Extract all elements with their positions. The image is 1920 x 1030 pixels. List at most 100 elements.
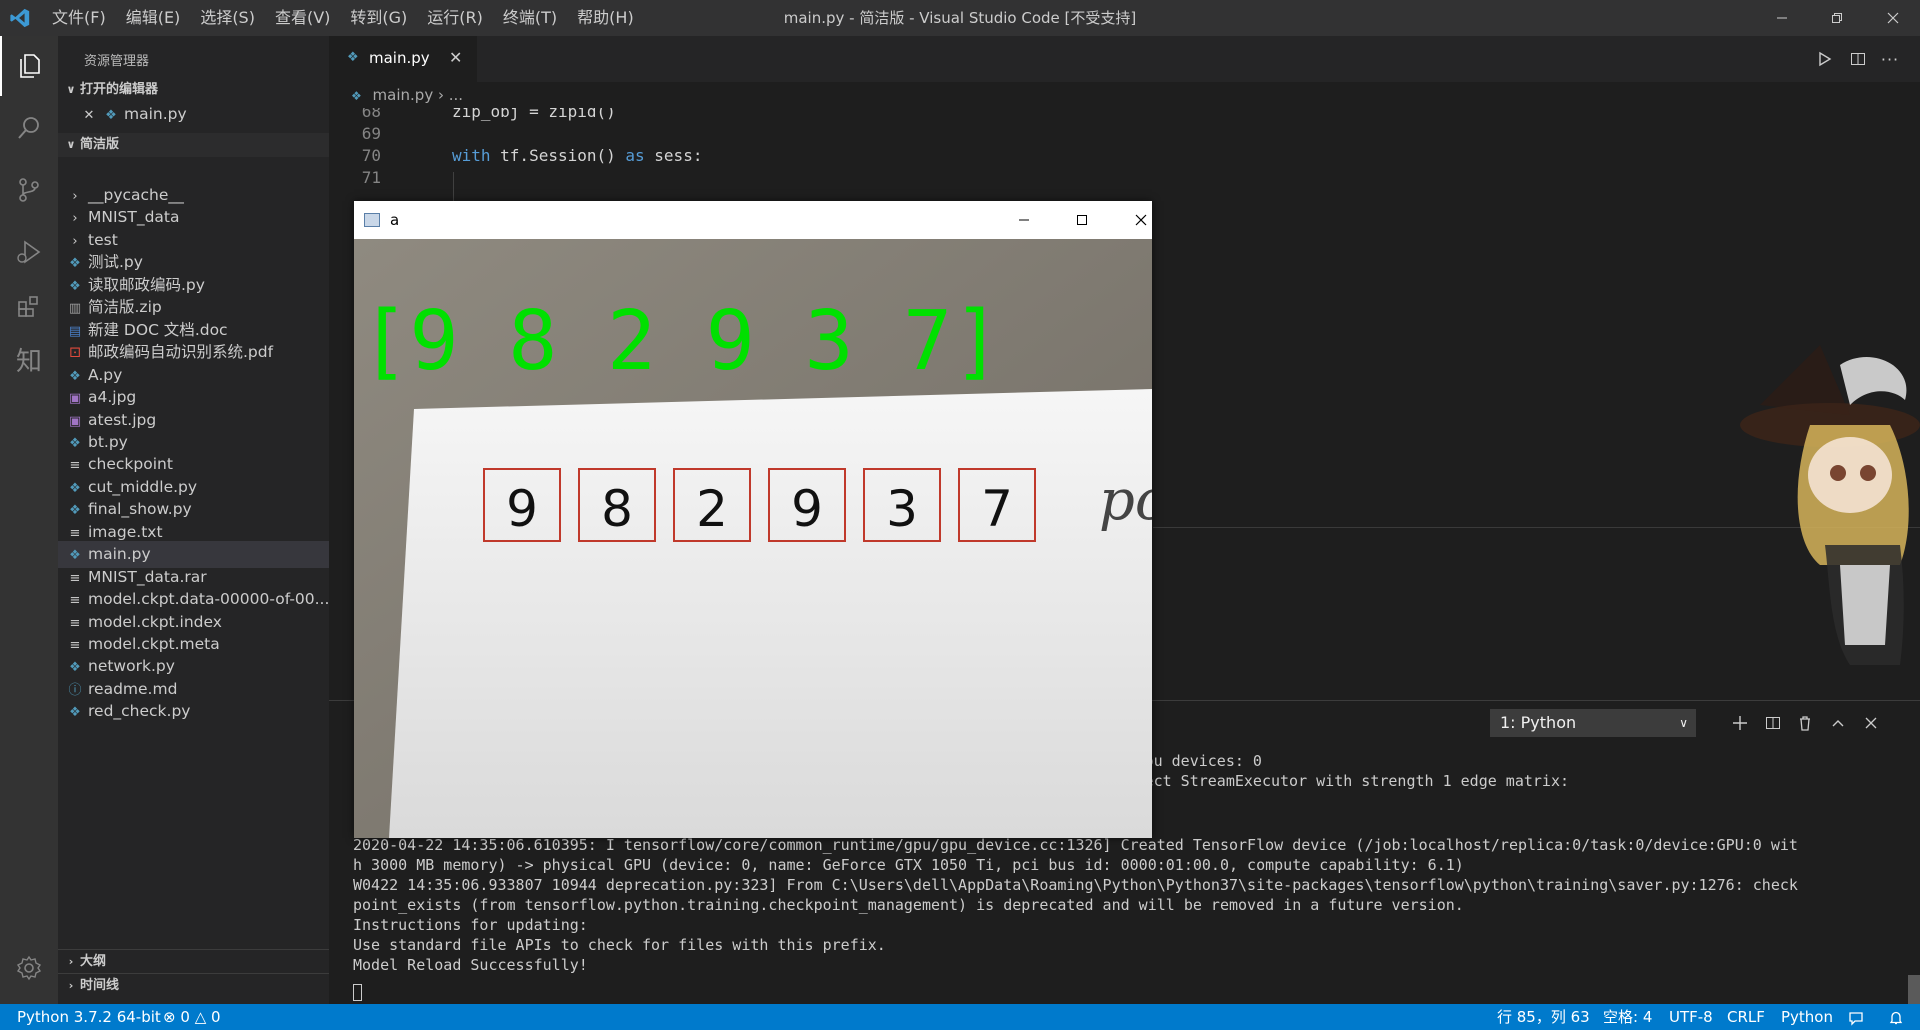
activity-bar: 知 [0, 36, 58, 1004]
timeline-label: 时间线 [80, 978, 120, 993]
tab-main-py[interactable]: ❖ main.py ✕ [329, 36, 477, 82]
minimize-icon [1777, 17, 1787, 19]
menu-terminal[interactable]: 终端(T) [493, 0, 567, 36]
tab-close-icon[interactable]: ✕ [449, 48, 462, 67]
file-name: 读取邮政编码.py [88, 275, 205, 294]
play-icon [1819, 51, 1832, 67]
chevron-right-icon: › [68, 979, 74, 992]
prediction-text: [9 8 2 9 3 7] [360, 294, 1002, 389]
feedback-icon[interactable] [1848, 1004, 1864, 1030]
handwritten-digit: 8 [601, 480, 633, 538]
close-icon [1887, 12, 1899, 24]
tab-label: main.py [369, 49, 430, 67]
title-bar: 文件(F) 编辑(E) 选择(S) 查看(V) 转到(G) 运行(R) 终端(T… [0, 0, 1920, 36]
close-icon[interactable]: ✕ [80, 102, 98, 128]
menu-selection[interactable]: 选择(S) [190, 0, 265, 36]
minimize-button[interactable] [1757, 0, 1807, 36]
cv-close-button[interactable] [1121, 207, 1161, 233]
kill-terminal-button[interactable] [1791, 709, 1819, 737]
search-icon[interactable] [0, 98, 58, 158]
menu-edit[interactable]: 编辑(E) [116, 0, 191, 36]
outline-label: 大纲 [80, 954, 107, 969]
handwritten-digit: 7 [981, 480, 1013, 538]
menu-view[interactable]: 查看(V) [265, 0, 340, 36]
file-name: bt.py [88, 432, 128, 451]
outline-header[interactable]: › 大纲 [58, 949, 329, 974]
encoding[interactable]: UTF-8 [1669, 1004, 1713, 1030]
handwritten-digit: 3 [886, 480, 918, 538]
line-number: 68 [361, 108, 381, 121]
camera-image: 9 8 2 9 3 7 po [9 8 2 9 3 7] [354, 239, 1152, 838]
run-file-button[interactable] [1810, 46, 1840, 72]
python-file-icon: ❖ [351, 89, 362, 103]
menu-run[interactable]: 运行(R) [417, 0, 493, 36]
terminal-line: 2020-04-22 14:35:06.610395: I tensorflow… [353, 836, 1798, 854]
folder-header[interactable]: ∨ 简洁版 [58, 133, 329, 157]
notifications-bell-icon[interactable] [1888, 1004, 1904, 1030]
warning-count: 0 [211, 1008, 221, 1026]
code-text: sess: [644, 146, 703, 165]
terminal-scrollbar[interactable] [1908, 975, 1920, 1004]
plus-icon [1733, 716, 1747, 730]
split-terminal-icon [1766, 717, 1780, 729]
file-name: 新建 DOC 文档.doc [88, 320, 228, 339]
handwritten-digit: 9 [791, 480, 823, 538]
breadcrumb-symbol[interactable]: ... [449, 86, 463, 104]
explorer-sidebar: 资源管理器 ∨ 打开的编辑器 ✕ ❖ main.py ∨ 简洁版 › __pycache_… [58, 36, 329, 1004]
restore-button[interactable] [1812, 0, 1862, 36]
file-name: 简洁版.zip [88, 298, 162, 317]
line-ending[interactable]: CRLF [1727, 1004, 1765, 1030]
menu-go[interactable]: 转到(G) [340, 0, 417, 36]
run-debug-icon[interactable] [0, 222, 58, 282]
terminal-line: Instructions for updating: [353, 916, 588, 934]
split-terminal-button[interactable] [1759, 709, 1787, 737]
error-icon: ⊗ [163, 1008, 176, 1026]
menu-file[interactable]: 文件(F) [42, 0, 116, 36]
cv-minimize-button[interactable] [1004, 207, 1044, 233]
breadcrumb-file[interactable]: main.py [373, 86, 434, 104]
file-name: image.txt [88, 522, 163, 541]
close-window-button[interactable] [1868, 0, 1918, 36]
open-editors-header[interactable]: ∨ 打开的编辑器 [58, 78, 329, 102]
chevron-right-icon: › [437, 86, 449, 104]
extensions-icon[interactable] [0, 276, 58, 336]
more-actions-icon[interactable]: ··· [1875, 46, 1905, 72]
zhihu-extension-icon[interactable]: 知 [0, 329, 58, 389]
sidebar-title: 资源管理器 [84, 54, 150, 69]
close-panel-button[interactable] [1857, 709, 1885, 737]
open-editor-filename: main.py [124, 105, 187, 123]
open-editor-item[interactable]: ✕ ❖ main.py [58, 101, 329, 128]
indentation[interactable]: 空格: 4 [1603, 1004, 1652, 1030]
source-control-icon[interactable] [0, 160, 58, 220]
file-name: red_check.py [88, 702, 191, 721]
chevron-right-icon: › [68, 955, 74, 968]
file-item[interactable]: ❖ red_check.py [58, 698, 329, 725]
python-file-icon: ❖ [105, 108, 117, 123]
keyword: with [452, 146, 491, 165]
cursor-position[interactable]: 行 85，列 63 [1497, 1004, 1590, 1030]
new-terminal-button[interactable] [1726, 709, 1754, 737]
chevron-down-icon: ∨ [66, 138, 76, 151]
timeline-header[interactable]: › 时间线 [58, 973, 329, 998]
settings-gear-icon[interactable] [0, 938, 58, 998]
file-name: final_show.py [88, 500, 192, 519]
explorer-icon[interactable] [0, 36, 58, 96]
file-name: network.py [88, 657, 175, 676]
file-name: model.ckpt.data-00000-of-00... [88, 590, 329, 609]
code-line[interactable]: with tf.Session() as sess: [452, 146, 702, 165]
problems-indicator[interactable]: ⊗ 0 △ 0 [163, 1004, 221, 1030]
app-window-icon [364, 213, 380, 227]
split-editor-icon [1851, 53, 1865, 65]
split-editor-button[interactable] [1843, 46, 1873, 72]
paper-sheet [389, 389, 1152, 838]
handwritten-digit: 9 [506, 480, 538, 538]
file-name: model.ckpt.index [88, 612, 222, 631]
opencv-image-window[interactable]: a 9 8 2 9 3 7 po [9 8 2 9 3 7] [354, 201, 1152, 838]
language-mode[interactable]: Python [1781, 1004, 1833, 1030]
cv-maximize-button[interactable] [1062, 207, 1102, 233]
maximize-panel-button[interactable] [1824, 709, 1852, 737]
tab-bar: ❖ main.py ✕ ··· [329, 36, 1920, 82]
terminal-select[interactable]: 1: Python ∨ [1490, 709, 1696, 737]
python-interpreter-selector[interactable]: Python 3.7.2 64-bit [17, 1004, 161, 1030]
code-line[interactable]: zip_obj = zipid() [452, 108, 616, 121]
